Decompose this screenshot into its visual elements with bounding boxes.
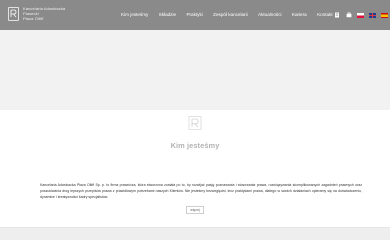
read-more-button[interactable]: więcej bbox=[186, 206, 204, 214]
building-icon[interactable] bbox=[333, 12, 340, 19]
nav-item-skladzie[interactable]: Składzie bbox=[154, 0, 182, 30]
language-pl-flag-icon[interactable] bbox=[357, 12, 364, 18]
nav-item-aktualnosci[interactable]: Aktualności bbox=[253, 0, 287, 30]
logo-text: Kancelaria Adwokacka Piasecki Płaza Olti… bbox=[23, 6, 65, 21]
monogram-icon bbox=[8, 6, 19, 21]
nav-item-zespol[interactable]: Zespół kancelarii bbox=[208, 0, 253, 30]
nav-item-kariera[interactable]: Kariera bbox=[287, 0, 312, 30]
section-title: Kim jesteśmy bbox=[170, 141, 220, 150]
site-logo[interactable]: Kancelaria Adwokacka Piasecki Płaza Olti… bbox=[8, 6, 65, 21]
header-tools bbox=[333, 0, 388, 30]
next-section-strip bbox=[0, 228, 390, 240]
about-paragraph: Kancelaria Adwokacka Płaza Oltiff Sp. p.… bbox=[40, 183, 362, 199]
main-menu: Kim jesteśmy Składzie Praktyki Zespół ka… bbox=[118, 0, 338, 30]
nav-item-praktyki[interactable]: Praktyki bbox=[181, 0, 208, 30]
language-en-flag-icon[interactable] bbox=[369, 12, 376, 18]
language-es-flag-icon[interactable] bbox=[381, 12, 388, 18]
nav-item-kim-jestesmy[interactable]: Kim jesteśmy bbox=[118, 0, 154, 30]
logo-line-3: Płaza Oltiff bbox=[23, 16, 44, 21]
briefcase-icon[interactable] bbox=[345, 12, 352, 19]
monogram-icon bbox=[188, 116, 202, 130]
hero-banner bbox=[0, 30, 390, 110]
about-section: Kim jesteśmy Kancelaria Adwokacka Płaza … bbox=[0, 110, 390, 228]
top-navigation-bar: Kancelaria Adwokacka Piasecki Płaza Olti… bbox=[0, 0, 390, 30]
